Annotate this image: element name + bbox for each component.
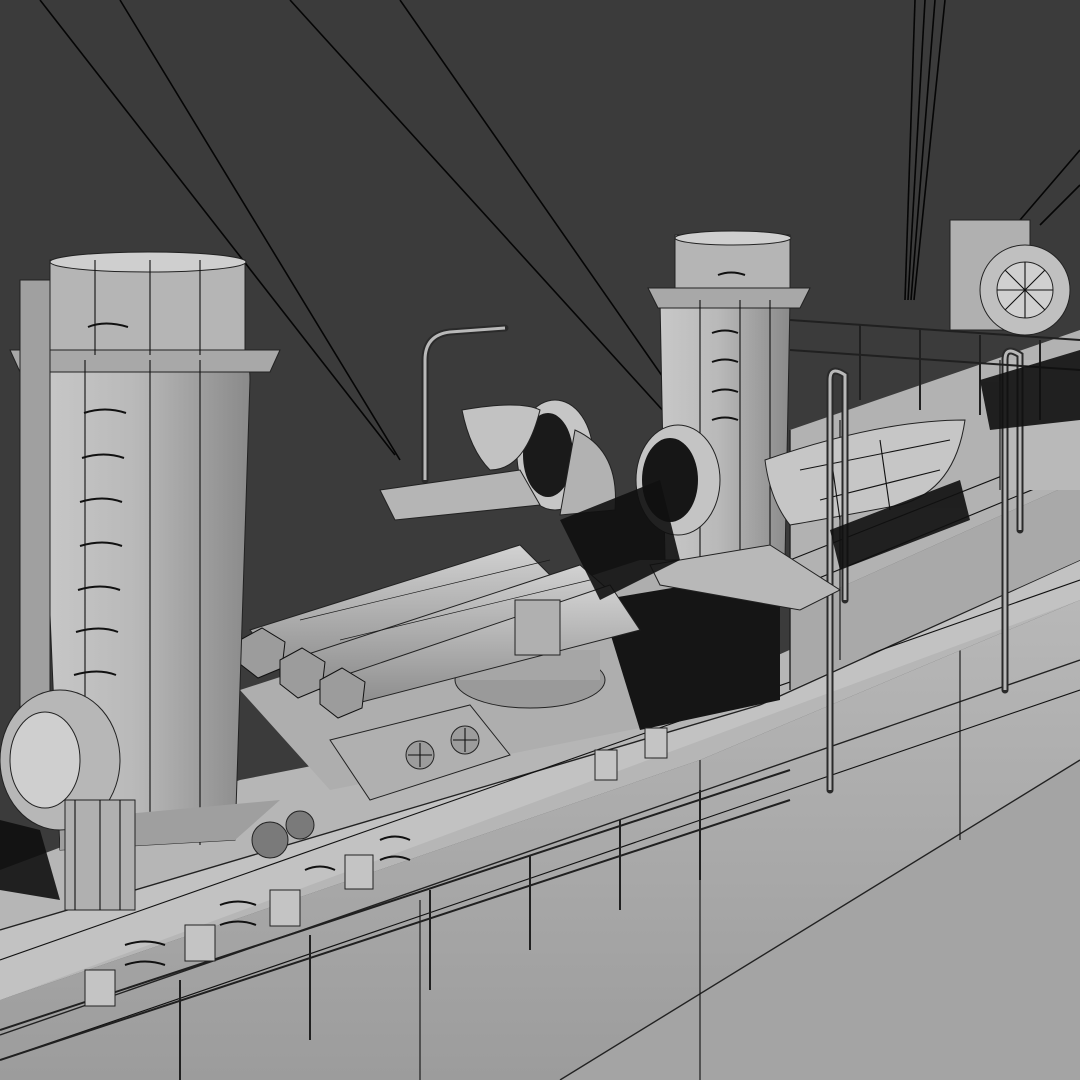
3d-viewport[interactable] [0,0,1080,1080]
ship-model-render [0,0,1080,1080]
searchlight [949,219,1071,336]
steam-pipe [19,279,51,711]
